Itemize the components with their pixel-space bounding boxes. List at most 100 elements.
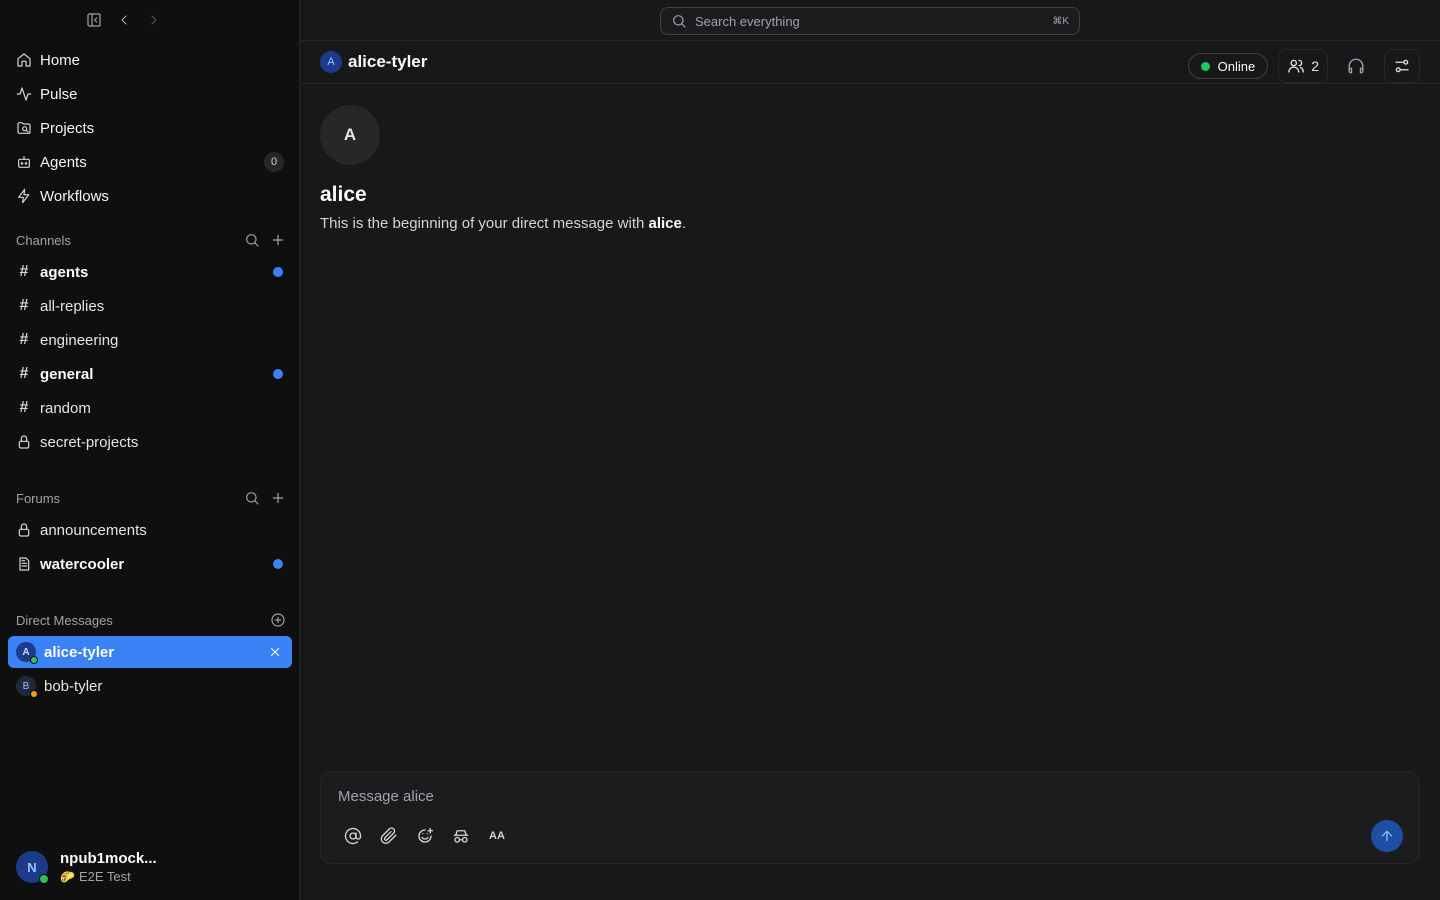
channel-list: # agents # all-replies # engineering # g…	[8, 255, 292, 459]
mention-icon[interactable]	[343, 826, 363, 846]
arrow-up-icon	[1379, 828, 1395, 844]
search-channels-icon[interactable]	[244, 232, 260, 248]
nav-item-agents[interactable]: Agents 0	[8, 145, 292, 179]
channel-label: secret-projects	[40, 433, 139, 451]
top-bar: Search everything ⌘K	[301, 0, 1440, 41]
lock-icon	[16, 522, 32, 538]
projects-icon	[16, 120, 32, 136]
status-badge[interactable]: Online	[1187, 53, 1269, 79]
channel-item-secret-projects[interactable]: secret-projects	[8, 425, 292, 459]
close-icon[interactable]	[268, 645, 282, 659]
channel-item-random[interactable]: # random	[8, 391, 292, 425]
hash-icon: #	[19, 399, 29, 416]
new-dm-icon[interactable]	[270, 612, 286, 628]
message-composer[interactable]: Message alice AA	[320, 771, 1420, 864]
avatar-initial: B	[22, 680, 30, 692]
unread-dot	[273, 267, 283, 277]
profile-status-text: E2E Test	[78, 869, 131, 884]
avatar-initial: N	[27, 859, 37, 875]
settings-sliders-icon	[1393, 57, 1411, 75]
nav-label: Pulse	[40, 85, 78, 103]
channel-item-agents[interactable]: # agents	[8, 255, 292, 289]
hash-icon: #	[19, 263, 29, 280]
intro-text-name: alice	[648, 215, 682, 232]
presence-away-indicator	[30, 690, 38, 698]
nav-item-pulse[interactable]: Pulse	[8, 77, 292, 111]
add-channel-icon[interactable]	[270, 232, 286, 248]
presence-online-indicator	[30, 656, 38, 664]
avatar: A	[16, 642, 38, 664]
nav-item-workflows[interactable]: Workflows	[8, 179, 292, 213]
search-placeholder: Search everything	[695, 13, 800, 29]
dm-item-alice-tyler[interactable]: A alice-tyler	[8, 636, 292, 668]
status-label: Online	[1217, 58, 1256, 74]
dm-list: A alice-tyler B bob-tyler	[8, 636, 292, 702]
user-profile[interactable]: N npub1mock... 🌮 E2E Test	[16, 850, 157, 884]
dm-label: alice-tyler	[44, 643, 115, 661]
send-button[interactable]	[1371, 820, 1403, 852]
forums-section-header: Forums	[16, 488, 286, 508]
headphones-icon	[1347, 57, 1365, 75]
nav-label: Workflows	[40, 187, 109, 205]
intro-text: This is the beginning of your direct mes…	[320, 215, 686, 232]
incognito-icon[interactable]	[451, 826, 471, 846]
channel-item-general[interactable]: # general	[8, 357, 292, 391]
forum-item-watercooler[interactable]: watercooler	[8, 547, 292, 581]
channel-item-all-replies[interactable]: # all-replies	[8, 289, 292, 323]
forum-item-announcements[interactable]: announcements	[8, 513, 292, 547]
conversation-header: A alice-tyler Online 2	[301, 41, 1440, 84]
dm-label: bob-tyler	[44, 677, 103, 695]
avatar: N	[16, 851, 49, 884]
unread-dot	[273, 559, 283, 569]
forums-title: Forums	[16, 490, 61, 506]
presence-online-indicator	[39, 874, 49, 884]
bot-icon	[16, 154, 32, 170]
search-input[interactable]: Search everything ⌘K	[660, 7, 1080, 35]
conversation-title: A alice-tyler	[320, 51, 427, 73]
channel-item-engineering[interactable]: # engineering	[8, 323, 292, 357]
hash-icon: #	[19, 297, 29, 314]
search-icon	[671, 13, 687, 29]
nav-item-home[interactable]: Home	[8, 43, 292, 77]
nav-label: Agents	[40, 153, 87, 171]
forward-icon[interactable]	[144, 10, 164, 30]
forum-label: watercooler	[40, 555, 125, 573]
add-forum-icon[interactable]	[270, 490, 286, 506]
members-button[interactable]: 2	[1278, 49, 1328, 83]
dm-item-bob-tyler[interactable]: B bob-tyler	[8, 670, 292, 702]
intro-text-suffix: .	[681, 215, 687, 232]
dm-intro: A alice This is the beginning of your di…	[320, 105, 686, 232]
channels-title: Channels	[16, 232, 71, 248]
huddle-button[interactable]	[1338, 49, 1374, 83]
attach-icon[interactable]	[379, 826, 399, 846]
members-count: 2	[1311, 58, 1319, 74]
online-dot	[1200, 61, 1210, 71]
format-text-icon[interactable]: AA	[487, 826, 507, 846]
page-title: alice-tyler	[348, 52, 428, 71]
bolt-icon	[16, 188, 32, 204]
nav-label: Home	[40, 51, 81, 69]
avatar-initial: A	[22, 646, 30, 658]
nav-label: Projects	[40, 119, 95, 137]
pulse-icon	[16, 86, 32, 102]
message-input[interactable]: Message alice	[338, 788, 434, 805]
forum-list: announcements watercooler	[8, 513, 292, 581]
dms-title: Direct Messages	[16, 612, 113, 628]
header-actions: Online 2	[1187, 49, 1420, 83]
sidebar-top-controls	[84, 10, 164, 30]
search-shortcut: ⌘K	[1052, 15, 1069, 27]
channel-label: engineering	[40, 331, 119, 349]
dms-section-header: Direct Messages	[16, 610, 286, 630]
emoji-icon[interactable]	[415, 826, 435, 846]
settings-button[interactable]	[1384, 49, 1420, 83]
channel-label: all-replies	[40, 297, 105, 315]
nav-item-projects[interactable]: Projects	[8, 111, 292, 145]
channel-label: random	[40, 399, 91, 417]
agents-count-badge: 0	[264, 152, 284, 172]
lock-icon	[16, 434, 32, 450]
search-forums-icon[interactable]	[244, 490, 260, 506]
toggle-sidebar-icon[interactable]	[84, 10, 104, 30]
home-icon	[16, 52, 32, 68]
back-icon[interactable]	[114, 10, 134, 30]
profile-name: npub1mock...	[60, 850, 157, 867]
